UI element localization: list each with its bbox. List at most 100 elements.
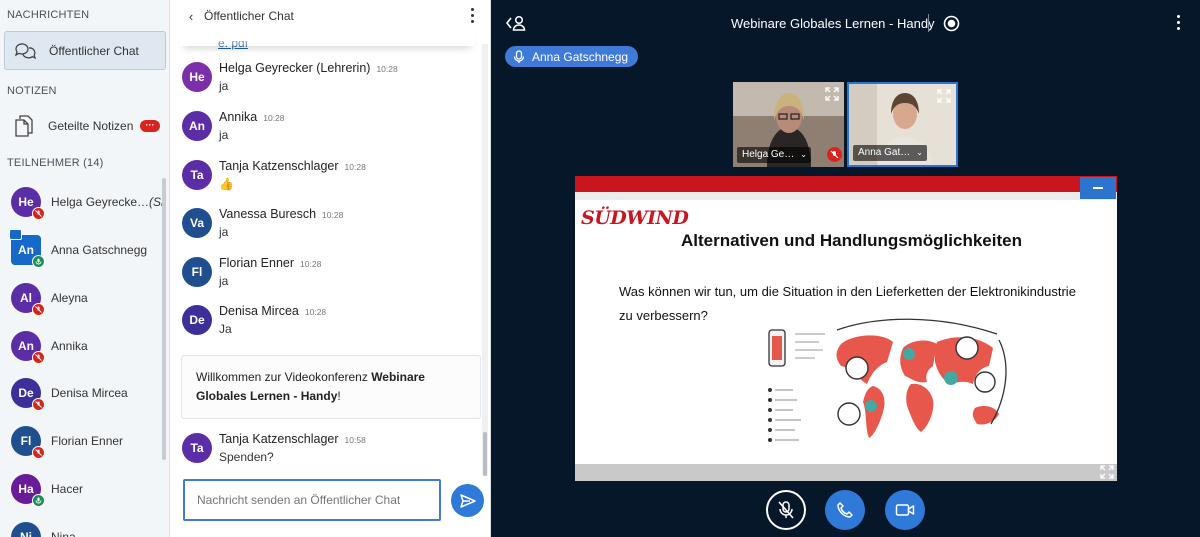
muted-microphone-icon <box>830 150 839 159</box>
chat-message: De Denisa Mircea 10:28 Ja <box>170 304 475 345</box>
chevron-down-icon: ⌄ <box>800 150 807 159</box>
shared-notes-item[interactable]: Geteilte Notizen ··· <box>4 107 166 145</box>
chat-message-input[interactable] <box>183 479 441 521</box>
presenter-icon <box>9 229 22 240</box>
participant-avatar: Ni <box>11 522 41 537</box>
unmuted-mic-badge <box>32 494 45 507</box>
sender-name: Helga Geyrecker (Lehrerin) <box>219 61 371 75</box>
phone-icon <box>837 502 853 518</box>
webcam-name-label[interactable]: Helga Ge… ⌄ <box>737 147 811 163</box>
sender-name: Annika <box>219 110 258 124</box>
avatar-initials: An <box>189 119 205 133</box>
chat-scrollbar-thumb[interactable] <box>483 432 487 476</box>
avatar-initials: Ta <box>190 441 204 455</box>
leave-audio-button[interactable] <box>825 490 865 530</box>
muted-microphone-icon <box>778 501 794 519</box>
avatar-initials: Fl <box>20 434 32 448</box>
sender-name: Tanja Katzenschlager <box>219 432 339 446</box>
participant-name-text: Hacer <box>51 482 84 496</box>
messages-section-title: NACHRICHTEN <box>7 9 90 21</box>
toggle-userlist-icon[interactable] <box>505 14 527 32</box>
avatar-initials: An <box>18 243 34 257</box>
welcome-suffix: ! <box>337 389 341 403</box>
participant-item[interactable]: He Helga Geyrecke…(Sie) <box>0 182 162 222</box>
chat-back-button[interactable]: ‹ <box>178 9 204 24</box>
public-chat-item[interactable]: Öffentlicher Chat <box>4 31 166 70</box>
presentation-slide[interactable]: SÜDWIND Alternativen und Handlungsmöglic… <box>575 176 1117 481</box>
main-header: Webinare Globales Lernen - Handy <box>491 0 1200 46</box>
message-time: 10:28 <box>344 162 366 172</box>
unmute-button[interactable] <box>766 490 806 530</box>
participant-avatar: He <box>11 187 45 220</box>
message-text: ja <box>219 79 229 93</box>
expand-icon[interactable] <box>936 88 952 104</box>
chat-bubbles-icon <box>13 39 37 63</box>
message-avatar: An <box>182 111 212 141</box>
muted-mic-badge <box>827 147 842 162</box>
notes-section-title: NOTIZEN <box>7 85 57 97</box>
sender-name: Vanessa Buresch <box>219 207 317 221</box>
meeting-title: Webinare Globales Lernen - Handy <box>731 16 935 31</box>
avatar-initials: An <box>18 339 34 353</box>
user-list-scrollbar[interactable] <box>162 178 166 460</box>
sender-name: Florian Enner <box>219 256 295 270</box>
participant-name-text: Nina <box>51 530 76 537</box>
microphone-icon <box>513 49 525 63</box>
minimize-icon <box>1093 187 1103 189</box>
avatar-initials: De <box>189 313 205 327</box>
message-avatar: Fl <box>182 257 212 287</box>
chat-options-icon[interactable] <box>471 8 475 26</box>
slide-heading: Alternativen und Handlungsmöglichkeiten <box>681 231 1022 250</box>
sender-name: Tanja Katzenschlager <box>219 159 339 173</box>
chat-title: Öffentlicher Chat <box>204 9 294 23</box>
message-text: Ja <box>219 322 232 336</box>
participant-item[interactable]: Fl Florian Enner <box>0 421 162 461</box>
participant-avatar: An <box>11 331 45 364</box>
talking-speaker-name: Anna Gatschnegg <box>532 49 629 64</box>
chat-scrollbar[interactable] <box>482 44 488 476</box>
message-sender: Helga Geyrecker (Lehrerin) 10:28 <box>219 61 398 75</box>
message-avatar: Va <box>182 208 212 238</box>
record-icon[interactable] <box>943 15 960 32</box>
participant-item[interactable]: De Denisa Mircea <box>0 373 162 413</box>
send-message-button[interactable] <box>451 484 484 517</box>
message-sender: Vanessa Buresch 10:28 <box>219 207 343 221</box>
chat-message: Ta Tanja Katzenschlager 10:28 👍 <box>170 159 475 200</box>
muted-microphone-icon <box>35 210 42 217</box>
video-camera-icon <box>895 504 915 516</box>
share-webcam-button[interactable] <box>885 490 925 530</box>
avatar-initials: Va <box>189 216 204 230</box>
muted-mic-badge <box>32 446 45 459</box>
participant-name: Denisa Mircea <box>51 386 128 400</box>
participants-section-title: TEILNEHMER (14) <box>7 157 104 169</box>
muted-microphone-icon <box>35 449 42 456</box>
webcam-tile[interactable]: Anna Gat… ⌄ <box>847 82 958 167</box>
main-options-icon[interactable] <box>1177 15 1180 33</box>
participant-avatar: Fl <box>11 426 45 459</box>
avatar-initials: He <box>18 195 34 209</box>
participant-item[interactable]: Ha Hacer <box>0 469 162 509</box>
avatar-initials: Ni <box>20 530 32 537</box>
message-time: 10:28 <box>322 210 344 220</box>
avatar-initials: Ha <box>18 482 34 496</box>
webcam-tile[interactable]: Helga Ge… ⌄ <box>733 82 844 167</box>
chat-top-fade <box>180 28 475 46</box>
chat-message: Va Vanessa Buresch 10:28 ja <box>170 207 475 248</box>
participant-item[interactable]: An Annika <box>0 326 162 366</box>
message-time: 10:28 <box>263 113 285 123</box>
minimize-presentation-button[interactable] <box>1080 177 1116 199</box>
participant-item[interactable]: Al Aleyna <box>0 278 162 318</box>
expand-icon[interactable] <box>824 86 840 102</box>
participant-name: Florian Enner <box>51 434 123 448</box>
fullscreen-icon[interactable] <box>1099 464 1115 480</box>
message-sender: Florian Enner 10:28 <box>219 256 321 270</box>
avatar-initials: Ta <box>190 168 204 182</box>
participant-item[interactable]: An Anna Gatschnegg <box>0 229 162 270</box>
participant-item[interactable]: Ni Nina <box>0 517 162 537</box>
avatar-initials: Fl <box>191 265 203 279</box>
unmuted-mic-badge <box>32 255 45 268</box>
webcam-name-label[interactable]: Anna Gat… ⌄ <box>853 145 927 161</box>
chat-panel: ‹ Öffentlicher Chat ё. pdf HeHelga Geyre… <box>170 0 491 537</box>
message-sender: Denisa Mircea 10:28 <box>219 304 326 318</box>
muted-microphone-icon <box>35 354 42 361</box>
